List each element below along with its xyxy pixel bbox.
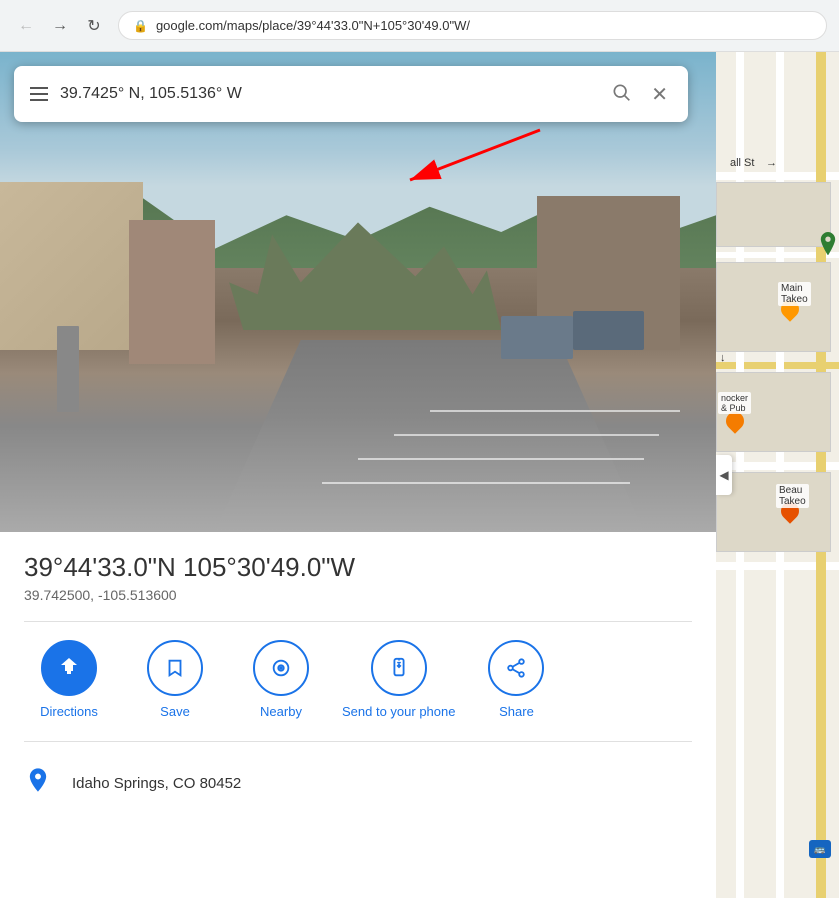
info-panel: 39°44'33.0"N 105°30'49.0"W 39.742500, -1… [0, 532, 716, 809]
nearby-icon-circle [253, 640, 309, 696]
divider-2 [24, 741, 692, 742]
back-button[interactable]: ← [12, 12, 40, 40]
poi-label: BeauTakeo [776, 484, 809, 508]
hamburger-menu-icon[interactable] [30, 87, 48, 101]
location-name: Idaho Springs, CO 80452 [72, 775, 241, 792]
collapse-icon: ◀ [719, 468, 728, 482]
map-road-label: all St [730, 157, 754, 169]
lock-icon: 🔒 [133, 19, 148, 33]
main-container: 39.7425° N, 105.5136° W ✕ [0, 52, 839, 898]
map-block [716, 472, 831, 552]
location-row: Idaho Springs, CO 80452 [24, 758, 692, 809]
location-pin-icon [24, 766, 52, 801]
street-view-image[interactable] [0, 52, 716, 532]
poi-label: nocker& Pub [718, 392, 751, 414]
green-marker [819, 232, 837, 254]
search-bar-container: 39.7425° N, 105.5136° W ✕ [14, 66, 688, 122]
directions-button[interactable]: Directions [24, 640, 114, 721]
save-label: Save [160, 704, 190, 721]
directions-icon-circle [41, 640, 97, 696]
search-button[interactable] [607, 78, 635, 111]
nav-buttons: ← → ↻ [12, 12, 108, 40]
directions-label: Directions [40, 704, 98, 721]
coordinates-dms: 39°44'33.0"N 105°30'49.0"W [24, 552, 692, 583]
share-button[interactable]: Share [471, 640, 561, 721]
map-block [716, 182, 831, 247]
browser-chrome: ← → ↻ 🔒 google.com/maps/place/39°44'33.0… [0, 0, 839, 52]
action-buttons-row: Directions Save [24, 640, 692, 737]
save-button[interactable]: Save [130, 640, 220, 721]
left-panel: 39.7425° N, 105.5136° W ✕ [0, 52, 716, 898]
nearby-label: Nearby [260, 704, 302, 721]
send-to-phone-button[interactable]: Send to your phone [342, 640, 455, 721]
transit-icon: 🚌 [809, 840, 831, 858]
coordinates-decimal: 39.742500, -105.513600 [24, 587, 692, 603]
collapse-panel-button[interactable]: ◀ [716, 455, 732, 495]
poi-label: MainTakeo [778, 282, 811, 306]
refresh-button[interactable]: ↻ [80, 12, 108, 40]
map-road-label: → [766, 157, 777, 169]
url-text: google.com/maps/place/39°44'33.0"N+105°3… [156, 18, 470, 33]
forward-button[interactable]: → [46, 12, 74, 40]
clear-search-button[interactable]: ✕ [647, 78, 672, 111]
send-to-phone-icon-circle [371, 640, 427, 696]
address-bar[interactable]: 🔒 google.com/maps/place/39°44'33.0"N+105… [118, 11, 827, 40]
send-to-phone-label: Send to your phone [342, 704, 455, 721]
map-block [716, 262, 831, 352]
share-label: Share [499, 704, 534, 721]
nearby-button[interactable]: Nearby [236, 640, 326, 721]
search-input-text[interactable]: 39.7425° N, 105.5136° W [60, 85, 595, 103]
divider-1 [24, 621, 692, 622]
save-icon-circle [147, 640, 203, 696]
share-icon-circle [488, 640, 544, 696]
map-road-label: ↓ [720, 352, 726, 364]
right-map-panel[interactable]: all St → St R 15th Ave ↓ MainTakeo nocke… [716, 52, 839, 898]
